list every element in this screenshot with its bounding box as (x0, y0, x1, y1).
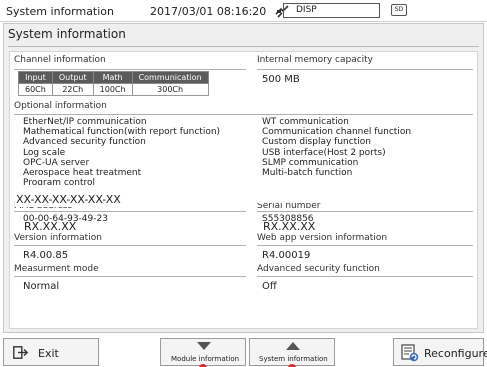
system-information-button[interactable]: System information (249, 338, 335, 367)
triangle-down-icon (197, 342, 211, 353)
info-area: Channel information Input Output Math Co… (9, 51, 478, 329)
divider (257, 69, 473, 70)
divider (14, 69, 246, 70)
memory-value: 500 MB (262, 74, 300, 85)
module-information-label: Module information (171, 355, 240, 363)
webapp-version-value: R4.00019 (262, 250, 311, 261)
divider (257, 245, 473, 246)
status-bar: System information 2017/03/01 08:16:20 D… (0, 0, 487, 22)
sd-card-icon: SD (391, 4, 407, 16)
table-header-cell: Communication (131, 71, 209, 84)
measurement-mode-label: Measurment mode (14, 264, 99, 274)
reconfigure-icon (401, 344, 419, 365)
divider (14, 211, 246, 212)
measurement-mode-value: Normal (23, 281, 60, 292)
triangle-up-icon (286, 342, 300, 353)
list-item: USB interface(Host 2 ports) (262, 147, 386, 158)
list-item: SLMP communication (262, 157, 359, 168)
table-header-cell: Output (51, 71, 94, 84)
list-item: Custom display function (262, 137, 371, 148)
divider (257, 211, 473, 212)
optional-list-left: EtherNet/IP communication Mathematical f… (23, 117, 220, 185)
security-function-label: Advanced security function (257, 264, 380, 274)
table-row: 60Ch 22Ch 100Ch 300Ch (18, 83, 209, 96)
exit-label: Exit (38, 347, 59, 360)
table-header-cell: Math (92, 71, 133, 84)
serial-mask: RX.XX.XX (262, 221, 332, 233)
mac-address-mask: XX-XX-XX-XX-XX-XX (15, 193, 145, 207)
divider (14, 276, 246, 277)
exit-button[interactable]: Exit (3, 338, 99, 366)
optional-info-label: Optional information (14, 101, 107, 111)
divider (14, 114, 473, 115)
panel-title: System information (8, 27, 126, 41)
webapp-version-label: Web app version information (257, 233, 388, 243)
table-cell: 60Ch (18, 83, 53, 96)
display-name-field[interactable]: DISP (283, 3, 380, 18)
list-item: EtherNet/IP communication (23, 117, 147, 127)
list-item: Program control (23, 178, 96, 186)
version-value: R4.00.85 (23, 250, 69, 261)
divider (14, 245, 246, 246)
screen-title: System information (6, 5, 115, 18)
table-cell: 300Ch (131, 83, 209, 96)
reconfigure-label: Reconfigure (424, 347, 487, 360)
system-information-label: System information (259, 355, 328, 363)
list-item: Communication channel function (262, 127, 412, 138)
security-function-value: Off (262, 281, 277, 292)
reconfigure-button[interactable]: Reconfigure (393, 338, 487, 366)
channel-table: Input Output Math Communication 60Ch 22C… (18, 71, 209, 96)
date-time: 2017/03/01 08:16:20 (150, 5, 267, 18)
disp-label: DISP (296, 5, 317, 15)
exit-icon (13, 346, 29, 362)
optional-list-right: WT communication Communication channel f… (262, 117, 411, 178)
list-item: Multi-batch function (262, 168, 353, 179)
mac-second-mask: RX.XX.XX (23, 221, 93, 233)
list-item: WT communication (262, 117, 349, 127)
list-item: Aerospace heat treatment (23, 168, 142, 179)
table-cell: 100Ch (92, 83, 133, 96)
channel-info-label: Channel information (14, 55, 106, 65)
table-cell: 22Ch (51, 83, 94, 96)
divider (8, 46, 479, 47)
list-item: OPC-UA server (23, 157, 90, 168)
channel-table-header: Input Output Math Communication (18, 71, 209, 84)
divider (257, 276, 473, 277)
list-item: Mathematical function(with report functi… (23, 127, 221, 138)
list-item: Advanced security function (23, 137, 146, 148)
table-header-cell: Input (18, 71, 53, 84)
version-info-label: Version information (14, 233, 102, 243)
list-item: Log scale (23, 147, 66, 158)
module-information-button[interactable]: Module information (160, 338, 246, 367)
memory-label: Internal memory capacity (257, 55, 374, 65)
system-info-panel: System information Channel information I… (3, 23, 484, 333)
serial-mask-box (258, 193, 330, 203)
